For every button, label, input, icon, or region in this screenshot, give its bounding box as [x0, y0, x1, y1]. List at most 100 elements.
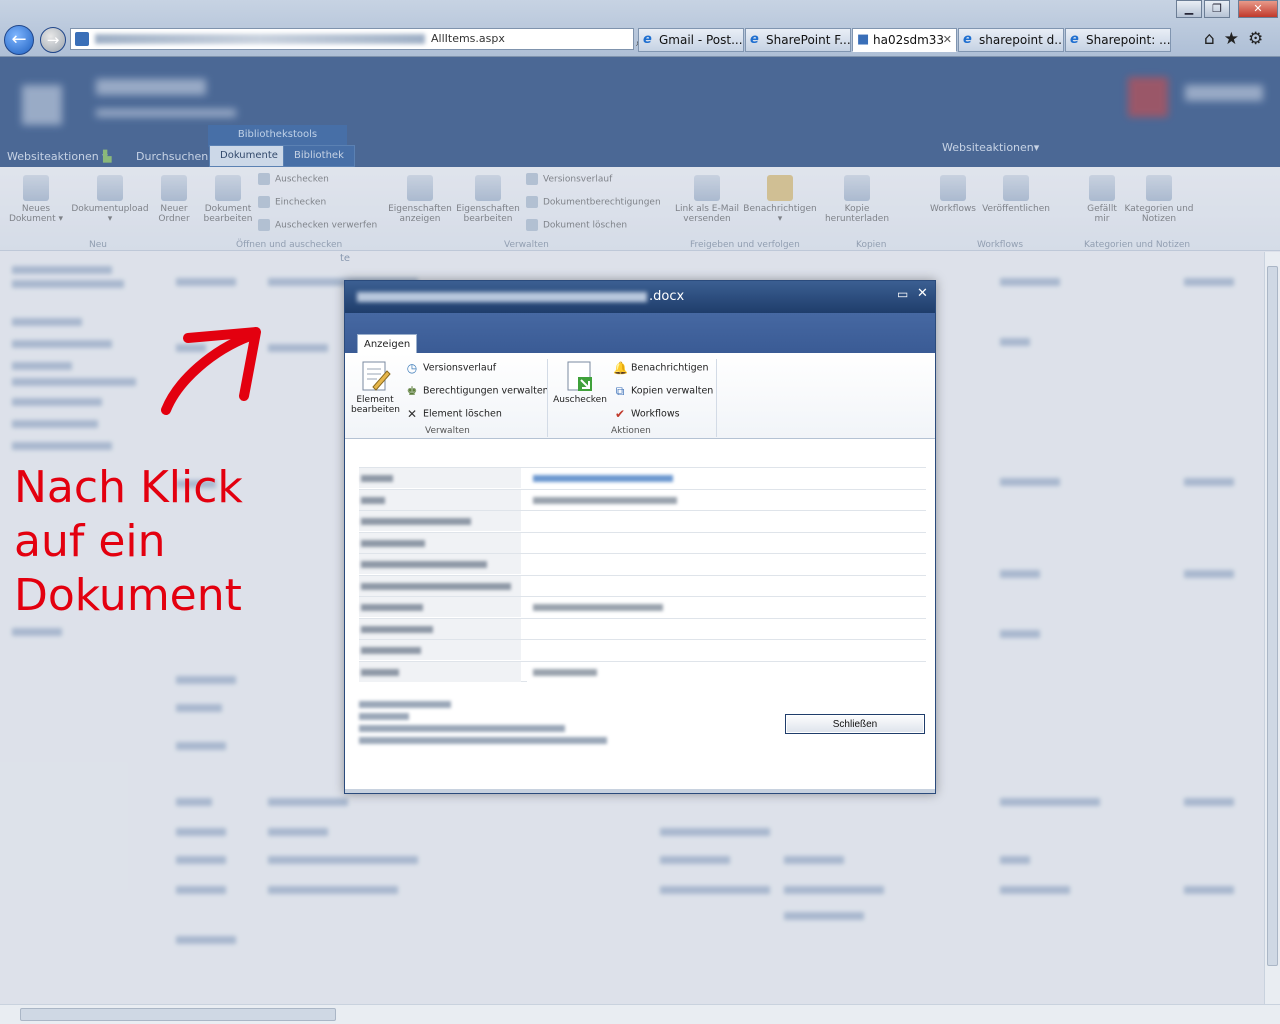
maximize-button[interactable]: ❐: [1204, 0, 1230, 18]
dialog-bottom-edge: [345, 789, 935, 793]
bell-icon: 🔔: [613, 361, 628, 375]
edit-item-label: Element bearbeiten: [351, 395, 400, 415]
back-button[interactable]: ←: [4, 25, 34, 55]
redacted-content-type: [359, 701, 451, 708]
address-text: AllItems.aspx: [431, 32, 505, 45]
redacted-label: [361, 518, 471, 525]
browser-chrome: ▁ ❐ ✕ ← → AllItems.aspx ⌕ ▾ ↻ ✕ e Gmail -…: [0, 0, 1280, 109]
group-label-aktionen: Aktionen: [611, 426, 651, 436]
ie-icon: e: [963, 32, 972, 47]
redacted-title: [357, 291, 647, 302]
minimize-button[interactable]: ▁: [1176, 0, 1202, 18]
properties-table: [359, 467, 926, 682]
edit-item-icon: [362, 361, 391, 391]
redacted-label: [361, 496, 385, 504]
redacted-link[interactable]: [533, 475, 673, 482]
tab-gmail[interactable]: e Gmail - Post...: [638, 28, 744, 52]
table-row: [359, 531, 926, 554]
manage-permissions-button[interactable]: ♚ Berechtigungen verwalten: [405, 384, 549, 398]
redacted-label: [361, 475, 393, 482]
close-button[interactable]: Schließen: [785, 714, 925, 734]
forward-button[interactable]: →: [40, 27, 66, 53]
permissions-icon: ♚: [406, 384, 418, 398]
redacted-url: [95, 34, 425, 44]
table-row: [359, 574, 926, 597]
tab-label: sharepoint d...: [979, 33, 1064, 47]
dialog-ribbon-tabs: Anzeigen: [345, 313, 935, 353]
redacted-modified-info: [359, 737, 607, 744]
scrollbar-thumb[interactable]: [20, 1008, 336, 1021]
close-window-button[interactable]: ✕: [1238, 0, 1278, 18]
tab-label: Sharepoint: ...: [1086, 33, 1171, 47]
table-row: [359, 488, 926, 511]
dialog-title: .docx: [345, 281, 935, 313]
item-metadata: [359, 701, 607, 749]
redacted-label: [361, 604, 423, 611]
back-arrow-icon: ←: [11, 29, 27, 50]
table-row: [359, 596, 926, 618]
redacted-label: [361, 668, 399, 676]
checkout-label: Auschecken: [553, 395, 607, 405]
tab-label: SharePoint F...: [766, 33, 851, 47]
dialog-title-text: .docx: [649, 289, 685, 304]
table-row: [359, 617, 926, 640]
table-row: [359, 467, 926, 489]
annotation-text: Nach Klick auf ein Dokument: [14, 461, 274, 623]
tab-sharepoint-f[interactable]: e SharePoint F...: [745, 28, 851, 52]
tab-label: ha02sdm33: [873, 33, 945, 47]
ribbon-separator: [716, 359, 717, 437]
ie-icon: e: [750, 32, 759, 47]
copies-icon: ⧉: [615, 384, 625, 398]
redacted-created-info: [359, 725, 565, 732]
redacted-value: [533, 668, 597, 676]
redacted-label: [361, 647, 421, 654]
redacted-version: [359, 713, 409, 720]
ie-icon: e: [1070, 32, 1079, 47]
ie-icon: e: [643, 32, 652, 47]
table-row: [359, 639, 926, 661]
tab-ha02sdm33[interactable]: ■ ha02sdm33 ✕: [852, 28, 957, 52]
alert-me-button[interactable]: 🔔 Benachrichtigen: [613, 361, 709, 375]
annotation-arrow-icon: [161, 327, 261, 415]
checkout-button[interactable]: Auschecken: [551, 359, 609, 405]
redacted-label: [361, 539, 425, 547]
dialog-ribbon: Element bearbeiten ◷ Versionsverlauf ♚ Ber…: [345, 353, 935, 439]
forward-arrow-icon: →: [46, 31, 60, 49]
version-history-button[interactable]: ◷ Versionsverlauf: [405, 361, 496, 375]
table-row: [359, 660, 926, 682]
tab-sharepoint[interactable]: e Sharepoint: ...: [1065, 28, 1171, 52]
site-icon: ■: [857, 32, 870, 47]
version-history-icon: ◷: [406, 361, 418, 375]
close-tab-icon[interactable]: ✕: [943, 29, 952, 51]
table-row: [359, 510, 926, 532]
annotation-line: auf ein: [14, 516, 166, 567]
close-dialog-icon[interactable]: ✕: [917, 286, 928, 301]
delete-item-button[interactable]: ✕ Element löschen: [405, 407, 502, 421]
delete-icon: ✕: [406, 407, 418, 421]
ribbon-separator: [547, 359, 548, 437]
table-row: [359, 553, 926, 575]
workflows-button[interactable]: ✔ Workflows: [613, 407, 680, 421]
annotation-line: Dokument: [14, 570, 242, 621]
checkout-icon: [567, 361, 592, 391]
redacted-value: [533, 604, 663, 611]
redacted-value: [533, 496, 677, 504]
toolbar-icons[interactable]: ⌂★⚙: [1204, 29, 1272, 49]
scrollbar-thumb[interactable]: [1267, 266, 1278, 966]
manage-copies-button[interactable]: ⧉ Kopien verwalten: [613, 384, 714, 398]
address-bar[interactable]: AllItems.aspx ⌕ ▾ ↻ ✕: [70, 28, 646, 109]
group-label-verwalten: Verwalten: [425, 426, 470, 436]
tab-anzeigen[interactable]: Anzeigen: [357, 334, 418, 353]
site-favicon-icon: [75, 32, 89, 46]
tab-label: Gmail - Post...: [659, 33, 743, 47]
annotation-line: Nach Klick: [14, 462, 243, 513]
tab-sharepoint-d[interactable]: e sharepoint d...: [958, 28, 1064, 52]
workflow-icon: ✔: [614, 407, 626, 421]
redacted-label: [361, 625, 433, 633]
vertical-scrollbar[interactable]: [1264, 252, 1280, 1004]
redacted-label: [361, 561, 487, 568]
redacted-label: [361, 582, 511, 590]
edit-item-button[interactable]: Element bearbeiten: [351, 359, 400, 415]
horizontal-scrollbar[interactable]: [0, 1004, 1280, 1024]
maximize-dialog-icon[interactable]: ▭: [897, 287, 908, 301]
